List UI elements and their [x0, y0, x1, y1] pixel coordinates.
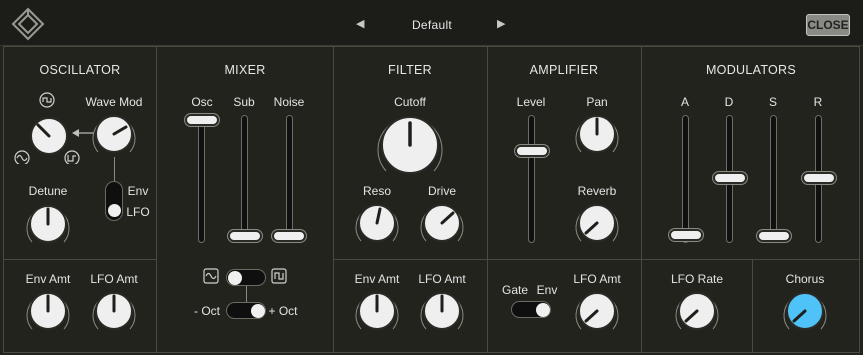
label-cutoff: Cutoff [394, 95, 426, 109]
divider [333, 46, 334, 353]
osc-slider-track[interactable] [198, 115, 205, 243]
noise-slider-thumb[interactable] [272, 230, 306, 242]
connector-line [246, 286, 247, 302]
lfo-rate-knob[interactable] [673, 287, 721, 335]
waveform-knob[interactable] [26, 113, 72, 159]
reso-knob[interactable] [353, 199, 401, 247]
decay-slider-thumb[interactable] [713, 172, 747, 184]
filter-env-amt-knob[interactable] [353, 287, 401, 335]
label-osc: Osc [191, 95, 213, 109]
square-wave-icon [39, 92, 55, 108]
level-slider-thumb[interactable] [515, 145, 549, 157]
label-oct-plus: + Oct [268, 304, 298, 318]
label-filter-lfo-amt: LFO Amt [418, 272, 466, 286]
label-osc-lfo-amt: LFO Amt [90, 272, 138, 286]
attack-slider-track[interactable] [682, 115, 689, 243]
toggle-knob [108, 204, 121, 217]
label-oct-minus: - Oct [194, 304, 220, 318]
wave-mod-knob[interactable] [90, 110, 138, 158]
label-amp-lfo-amt: LFO Amt [573, 272, 621, 286]
label-decay: D [724, 95, 734, 109]
label-attack: A [680, 95, 690, 109]
label-env: Env [127, 184, 149, 198]
close-button[interactable]: CLOSE [806, 14, 850, 36]
osc-env-amt-knob[interactable] [24, 287, 72, 335]
reverb-knob[interactable] [573, 199, 621, 247]
pan-knob[interactable] [573, 110, 621, 158]
label-lfo-rate: LFO Rate [670, 272, 724, 286]
release-slider-thumb[interactable] [802, 172, 836, 184]
detune-knob[interactable] [24, 200, 72, 248]
drive-knob[interactable] [418, 199, 466, 247]
env-lfo-toggle[interactable] [105, 181, 123, 221]
diamond-logo-icon [11, 7, 45, 41]
label-sustain: S [768, 95, 778, 109]
label-detune: Detune [28, 184, 68, 198]
amp-lfo-amt-knob[interactable] [573, 287, 621, 335]
noise-slider-track[interactable] [286, 115, 293, 243]
synth-panel: ◀ Default ▶ CLOSE OSCILLATOR MIXER FILTE… [0, 0, 863, 355]
sub-wave-toggle[interactable] [226, 269, 266, 286]
label-wave-mod: Wave Mod [85, 95, 143, 109]
octave-toggle[interactable] [226, 302, 266, 319]
sine-wave-icon [203, 268, 219, 284]
toggle-knob [251, 304, 265, 318]
divider [3, 259, 156, 260]
divider [641, 46, 642, 353]
label-reso: Reso [362, 184, 392, 198]
sustain-slider-track[interactable] [770, 115, 777, 243]
label-release: R [813, 95, 823, 109]
label-pan: Pan [586, 95, 608, 109]
label-amp-env: Env [536, 283, 558, 297]
section-title-oscillator: OSCILLATOR [39, 63, 121, 77]
section-title-modulators: MODULATORS [705, 63, 797, 77]
divider [487, 46, 488, 353]
cutoff-knob[interactable] [374, 109, 446, 181]
section-title-filter: FILTER [388, 63, 432, 77]
filter-lfo-amt-knob[interactable] [418, 287, 466, 335]
section-title-amplifier: AMPLIFIER [529, 63, 599, 77]
divider [752, 260, 753, 353]
label-drive: Drive [427, 184, 457, 198]
label-noise: Noise [273, 95, 305, 109]
square-wave-icon [271, 268, 287, 284]
attack-slider-thumb[interactable] [669, 229, 703, 241]
connector-line [114, 157, 115, 181]
sustain-slider-thumb[interactable] [757, 230, 791, 242]
level-slider-track[interactable] [528, 115, 535, 243]
toggle-knob [536, 303, 550, 317]
divider [156, 46, 157, 353]
osc-slider-thumb[interactable] [185, 114, 219, 126]
label-chorus: Chorus [785, 272, 825, 286]
gate-env-toggle[interactable] [511, 301, 551, 318]
preset-name: Default [411, 18, 453, 32]
sub-slider-track[interactable] [241, 115, 248, 243]
next-preset-button[interactable]: ▶ [497, 17, 505, 30]
section-title-mixer: MIXER [224, 63, 266, 77]
osc-lfo-amt-knob[interactable] [90, 287, 138, 335]
label-level: Level [516, 95, 546, 109]
label-filter-env-amt: Env Amt [354, 272, 400, 286]
label-lfo: LFO [126, 205, 150, 219]
label-sub: Sub [233, 95, 255, 109]
label-gate: Gate [501, 283, 529, 297]
label-osc-env-amt: Env Amt [25, 272, 71, 286]
chorus-knob[interactable] [781, 287, 829, 335]
sub-slider-thumb[interactable] [228, 230, 262, 242]
label-reverb: Reverb [577, 184, 617, 198]
toggle-knob [228, 271, 242, 285]
prev-preset-button[interactable]: ◀ [356, 17, 364, 30]
divider [333, 259, 860, 260]
